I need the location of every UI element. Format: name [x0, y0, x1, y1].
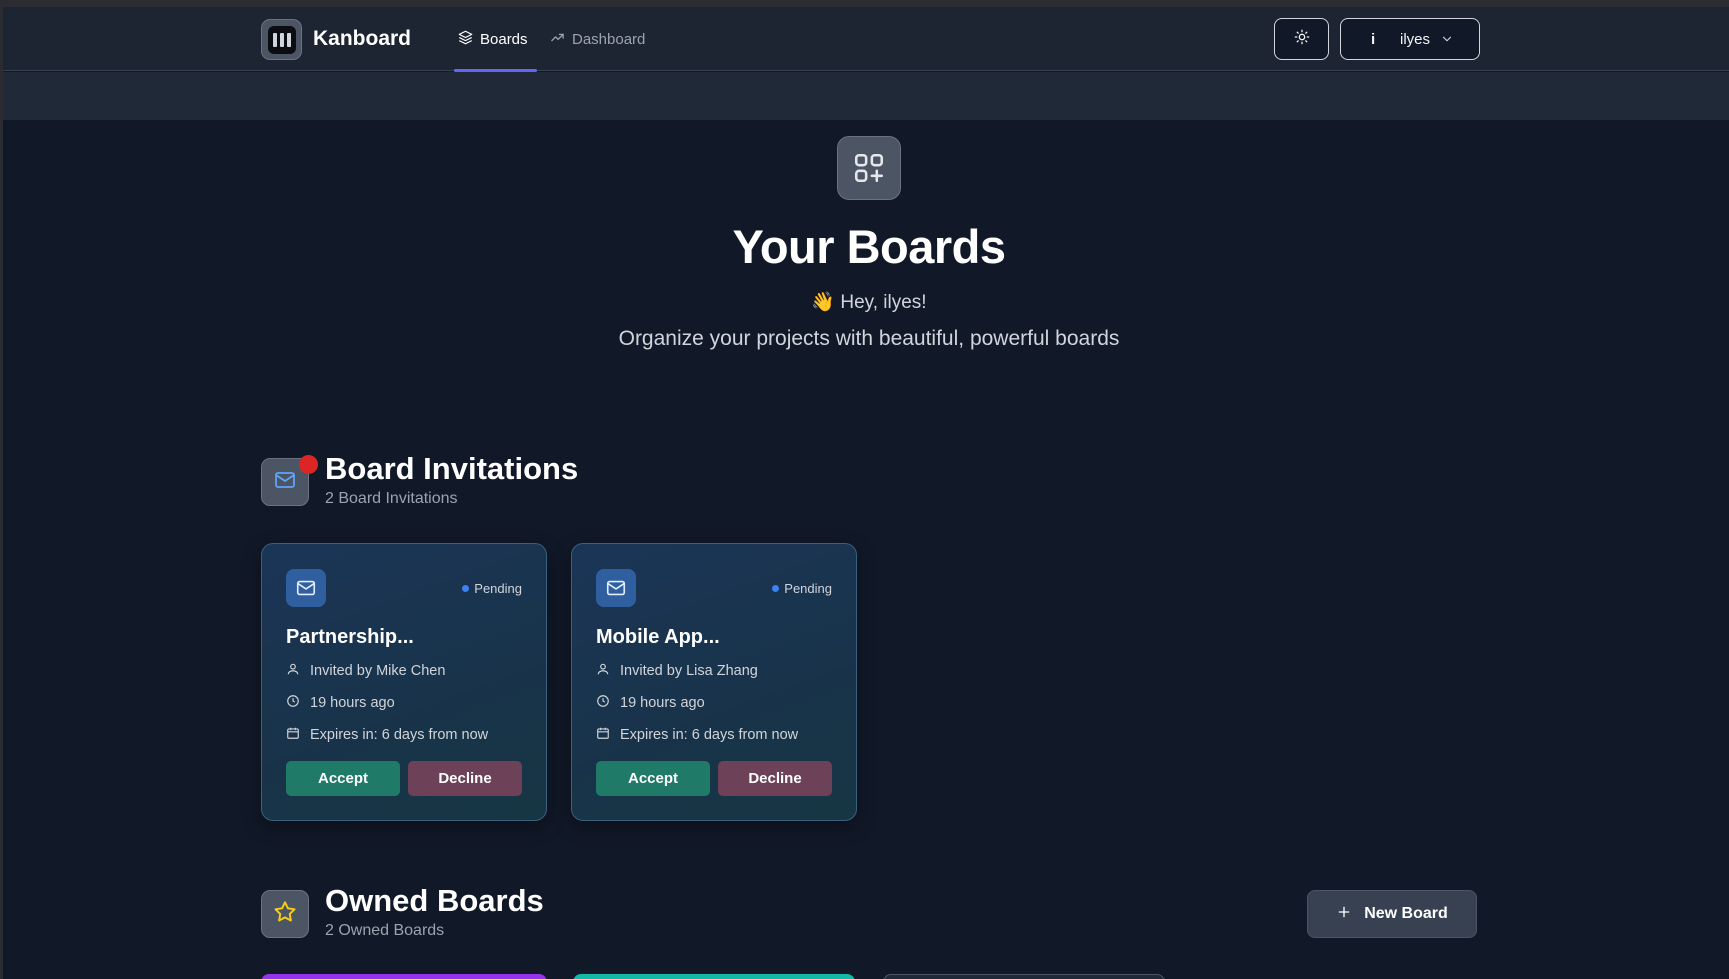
grid-plus-icon	[837, 136, 901, 200]
accept-button[interactable]: Accept	[596, 761, 710, 796]
status-dot	[462, 585, 470, 592]
kanban-logo-icon	[267, 25, 296, 54]
expires-row: Expires in: 6 days from now	[596, 726, 798, 744]
board-card[interactable]	[261, 974, 547, 979]
invitation-board-title: Partnership...	[286, 626, 414, 648]
plus-icon	[1336, 904, 1352, 925]
window-top-edge	[0, 0, 1729, 7]
expires-text: Expires in: 6 days from now	[620, 727, 799, 743]
nav-dashboard[interactable]: Dashboard	[550, 27, 645, 51]
page-subtitle: Organize your projects with beautiful, p…	[618, 327, 1120, 350]
trending-up-icon	[550, 30, 565, 49]
invitations-section-icon	[261, 455, 318, 506]
user-name: ilyes	[1400, 30, 1431, 48]
clock-icon	[596, 694, 610, 712]
calendar-icon	[596, 726, 610, 744]
status-dot	[772, 585, 780, 592]
status-label: Pending	[784, 581, 832, 596]
chevron-down-icon	[1440, 32, 1454, 46]
invitation-card[interactable]: Pending Mobile App... Invited by Lisa Zh…	[571, 543, 857, 821]
invitation-card[interactable]: Pending Partnership... Invited by Mike C…	[261, 543, 547, 821]
user-avatar-initial: i	[1371, 30, 1376, 48]
page-title: Your Boards	[732, 220, 1006, 273]
time-text: 19 hours ago	[620, 695, 705, 711]
invitations-count: 2 Board Invitations	[325, 490, 458, 507]
user-icon	[596, 662, 610, 680]
status-badge: Pending	[462, 581, 522, 596]
owned-section-icon	[261, 890, 309, 938]
clock-icon	[286, 694, 300, 712]
greeting: 👋 Hey, ilyes!	[811, 292, 927, 313]
app-logo[interactable]	[261, 19, 302, 60]
decline-button[interactable]: Decline	[408, 761, 522, 796]
new-board-label: New Board	[1364, 905, 1448, 922]
invited-by-text: Invited by Lisa Zhang	[620, 663, 758, 679]
nav-boards-label: Boards	[480, 30, 528, 48]
expires-row: Expires in: 6 days from now	[286, 726, 488, 744]
owned-title: Owned Boards	[325, 883, 544, 918]
sun-icon	[1294, 29, 1310, 50]
sub-header-bar	[3, 72, 1729, 120]
brand-name[interactable]: Kanboard	[313, 27, 411, 51]
mail-icon	[286, 569, 326, 607]
star-icon	[272, 899, 298, 930]
nav-boards[interactable]: Boards	[458, 27, 528, 51]
time-text: 19 hours ago	[310, 695, 395, 711]
expires-text: Expires in: 6 days from now	[310, 727, 489, 743]
owned-count: 2 Owned Boards	[325, 922, 445, 939]
window-left-edge	[0, 0, 3, 979]
invited-by-text: Invited by Mike Chen	[310, 663, 446, 679]
nav-dashboard-label: Dashboard	[572, 30, 646, 48]
user-icon	[286, 662, 300, 680]
invited-by-row: Invited by Lisa Zhang	[596, 662, 758, 680]
layers-icon	[458, 30, 473, 49]
board-card[interactable]	[573, 974, 855, 979]
user-menu-button[interactable]: i ilyes	[1340, 18, 1480, 60]
mail-icon	[273, 468, 297, 497]
invitations-title: Board Invitations	[325, 451, 579, 486]
theme-toggle-button[interactable]	[1274, 18, 1329, 60]
status-badge: Pending	[772, 581, 832, 596]
invited-by-row: Invited by Mike Chen	[286, 662, 445, 680]
calendar-icon	[286, 726, 300, 744]
new-board-button[interactable]: New Board	[1307, 890, 1477, 938]
notification-badge	[299, 455, 318, 474]
status-label: Pending	[474, 581, 522, 596]
top-navbar: Kanboard Boards Dashboard i ilyes	[3, 7, 1729, 72]
time-row: 19 hours ago	[596, 694, 705, 712]
mail-icon	[596, 569, 636, 607]
decline-button[interactable]: Decline	[718, 761, 832, 796]
time-row: 19 hours ago	[286, 694, 395, 712]
invitation-board-title: Mobile App...	[596, 626, 720, 648]
accept-button[interactable]: Accept	[286, 761, 400, 796]
board-card-placeholder[interactable]	[883, 974, 1165, 979]
